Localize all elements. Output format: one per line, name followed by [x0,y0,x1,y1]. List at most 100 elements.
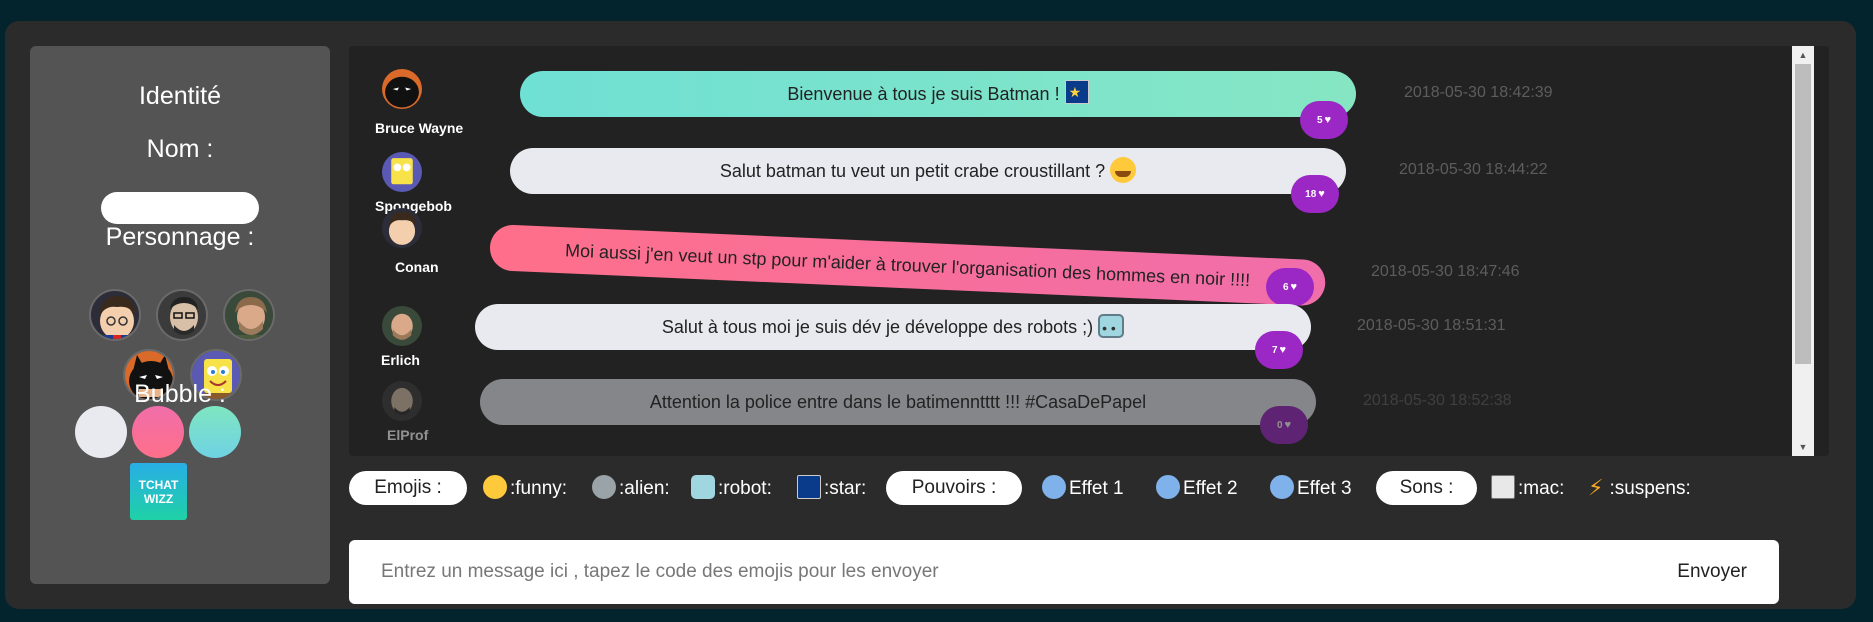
funny-emoji-icon [483,475,507,499]
heart-icon: ♥ [1290,281,1298,293]
like-button[interactable]: 18 ♥ [1291,175,1339,213]
like-button[interactable]: 7 ♥ [1255,331,1303,369]
message-timestamp: 2018-05-30 18:51:31 [1357,317,1506,334]
power-effect-2-button[interactable]: Effet 2 [1156,475,1238,502]
message-timestamp: 2018-05-30 18:44:22 [1399,161,1548,178]
speech-bubble-icon [1156,475,1180,499]
power-effect-1-button[interactable]: Effet 1 [1042,475,1124,502]
message-text: Attention la police entre dans le batime… [649,392,1147,412]
sound-code: :mac: [1518,478,1565,499]
identity-title: Identité [138,82,221,110]
like-button[interactable]: 0 ♥ [1260,406,1308,444]
message-avatar [382,306,422,346]
message-bubble[interactable]: Bienvenue à tous je suis Batman ! [520,69,1356,117]
message-avatar [382,69,422,109]
message-avatar [382,381,422,421]
spongebob-face-icon [382,152,422,192]
bubble-color-teal[interactable] [189,406,241,458]
name-label: Nom : [146,135,214,163]
message-text: Bienvenue à tous je suis Batman ! [787,84,1060,104]
emoji-funny-button[interactable]: :funny: [483,475,567,502]
speech-bubble-icon [1042,475,1066,499]
sound-suspens-button[interactable]: ⚡:suspens: [1588,475,1691,502]
lightning-icon: ⚡ [1588,475,1604,500]
powers-label-pill: Pouvoirs : [886,471,1022,505]
conan-face-icon [91,291,139,339]
emoji-robot-button[interactable]: :robot: [691,475,772,502]
emojis-label-pill: Emojis : [349,471,467,505]
erlich-face-icon [382,306,422,346]
robot-emoji-icon [1098,305,1125,351]
like-button[interactable]: 6 ♥ [1266,268,1314,306]
message-author: Bruce Wayne [375,120,464,136]
emoji-code: :robot: [718,478,772,499]
scroll-down-icon[interactable]: ▼ [1792,438,1814,456]
bubble-label: Bubble : [134,380,226,408]
star-emoji-icon [1064,69,1089,115]
like-button[interactable]: 5 ♥ [1300,101,1348,139]
character-elprof-avatar[interactable] [156,289,208,341]
sound-code: :suspens: [1609,478,1691,499]
app-window: Identité Nom : Personnage : Bubble: TCH… [5,21,1856,609]
logo-line-2: WIZZ [143,491,174,506]
scroll-thumb[interactable] [1795,64,1811,364]
mac-computer-icon [1491,475,1515,499]
elprof-face-icon [382,381,422,421]
star-emoji-icon [797,475,821,499]
power-label: Effet 2 [1183,478,1238,499]
heart-icon: ♥ [1279,344,1287,356]
heart-icon: ♥ [1284,419,1292,431]
emoji-star-button[interactable]: :star: [797,475,866,502]
emoji-alien-button[interactable]: :alien: [592,475,670,502]
logo-line-1: TCHAT [138,477,179,492]
scroll-up-icon[interactable]: ▲ [1792,46,1814,64]
message-author: ElProf [387,427,429,443]
message-text: Moi aussi j'en veut un stp pour m'aider … [564,240,1251,291]
message-avatar [382,152,422,192]
message-author: Erlich [381,352,420,368]
alien-emoji-icon [592,475,616,499]
message-timestamp: 2018-05-30 18:42:39 [1404,84,1553,101]
power-label: Effet 3 [1297,478,1352,499]
message-author: Conan [395,259,439,275]
chat-scrollbar[interactable]: ▲ ▼ [1792,46,1814,456]
sounds-label-pill: Sons : [1376,471,1477,505]
bubble-color-pink[interactable] [132,406,184,458]
emoji-power-sound-toolbar: Emojis : :funny: :alien: :robot: :star: … [349,469,1829,509]
heart-icon: ♥ [1318,188,1325,200]
name-input[interactable] [101,192,259,224]
character-erlich-avatar[interactable] [223,289,275,341]
sound-mac-button[interactable]: :mac: [1491,475,1564,502]
message-text: Salut à tous moi je suis dév je développ… [661,317,1094,337]
speech-bubble-icon [1270,475,1294,499]
like-count: 18 [1305,189,1317,200]
like-count: 7 [1271,345,1278,356]
message-input[interactable] [381,550,1611,594]
batman-face-icon [382,69,422,109]
like-count: 5 [1316,115,1323,126]
bubble-color-light[interactable] [75,406,127,458]
funny-emoji-icon [1110,157,1137,183]
character-label: Personnage : [105,223,255,251]
emoji-code: :funny: [510,478,568,499]
conan-face-icon [382,208,422,248]
message-bubble[interactable]: Attention la police entre dans le batime… [480,379,1316,425]
identity-sidebar: Identité Nom : Personnage : Bubble: TCH… [30,46,330,584]
message-bubble[interactable]: Moi aussi j'en veut un stp pour m'aider … [488,224,1327,307]
message-bubble[interactable]: Salut à tous moi je suis dév je développ… [475,304,1311,351]
power-label: Effet 1 [1069,478,1124,499]
like-count: 6 [1282,282,1289,293]
tchat-wizz-logo: TCHAT WIZZ [130,463,187,520]
message-timestamp: 2018-05-30 18:52:38 [1363,392,1512,409]
message-avatar [382,208,422,248]
message-bubble[interactable]: Salut batman tu veut un petit crabe crou… [510,148,1346,194]
chat-panel[interactable]: Bruce Wayne Bienvenue à tous je suis Bat… [349,46,1829,456]
emoji-code: :alien: [619,478,670,499]
send-button[interactable]: Envoyer [1677,550,1747,594]
power-effect-3-button[interactable]: Effet 3 [1270,475,1352,502]
character-conan-avatar[interactable] [89,289,141,341]
message-composer: Envoyer [349,540,1779,604]
robot-emoji-icon [691,475,715,499]
message-text: Salut batman tu veut un petit crabe crou… [719,161,1106,181]
emoji-code: :star: [824,478,867,499]
